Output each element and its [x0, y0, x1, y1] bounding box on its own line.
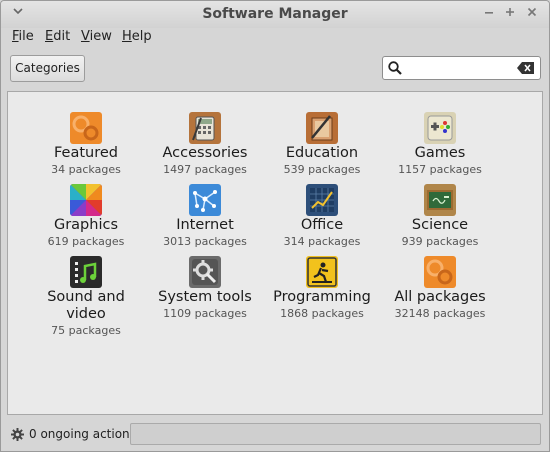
category-count: 34 packages [51, 163, 121, 176]
title-bar[interactable]: Software Manager [1, 1, 549, 28]
category-name: All packages [394, 289, 486, 305]
search-input[interactable] [407, 59, 515, 77]
progress-bar [130, 423, 541, 445]
category-name: System tools [158, 289, 252, 305]
graphics-icon [70, 184, 102, 216]
all-packages-icon [424, 256, 456, 288]
office-icon [306, 184, 338, 216]
category-count: 1157 packages [398, 163, 482, 176]
programming-icon [306, 256, 338, 288]
games-icon [424, 112, 456, 144]
category-sound-and-video[interactable]: Sound and video 75 packages [26, 256, 146, 338]
maximize-icon[interactable] [501, 5, 519, 23]
science-icon [424, 184, 456, 216]
status-bar: 0 ongoing actions [1, 419, 549, 451]
software-manager-window: Software Manager File Edit View Help Cat… [0, 0, 550, 452]
category-internet[interactable]: Internet 3013 packages [145, 184, 265, 249]
category-accessories[interactable]: Accessories 1497 packages [145, 112, 265, 177]
category-programming[interactable]: Programming 1868 packages [262, 256, 382, 321]
window-title: Software Manager [202, 6, 348, 22]
category-count: 3013 packages [163, 235, 247, 248]
internet-icon [189, 184, 221, 216]
category-graphics[interactable]: Graphics 619 packages [26, 184, 146, 249]
category-name: Featured [54, 145, 118, 161]
category-name: Science [411, 217, 469, 233]
category-name: Internet [176, 217, 234, 233]
category-name: Education [285, 145, 359, 161]
category-name: Programming [273, 289, 371, 305]
menu-view[interactable]: View [81, 29, 112, 44]
menu-edit[interactable]: Edit [45, 29, 70, 44]
system-tools-icon [189, 256, 221, 288]
category-count: 619 packages [47, 235, 125, 248]
menu-edit-mnemonic: E [45, 29, 54, 44]
categories-panel: Featured 34 packages Accessories 1497 pa… [7, 91, 543, 415]
search-icon [387, 60, 403, 80]
category-games[interactable]: Games 1157 packages [380, 112, 500, 177]
close-icon[interactable] [523, 5, 541, 23]
category-office[interactable]: Office 314 packages [262, 184, 382, 249]
gear-icon [11, 428, 24, 445]
search-box[interactable] [382, 56, 541, 80]
clear-search-icon[interactable] [517, 62, 535, 78]
menu-bar: File Edit View Help [1, 28, 549, 48]
category-name: Graphics [53, 217, 119, 233]
menu-view-label: iew [89, 29, 112, 44]
toolbar: Categories [1, 49, 549, 89]
category-count: 75 packages [51, 324, 121, 337]
category-name: Accessories [162, 145, 248, 161]
category-count: 939 packages [401, 235, 479, 248]
category-system-tools[interactable]: System tools 1109 packages [145, 256, 265, 321]
category-name: Sound and video [47, 289, 125, 322]
category-science[interactable]: Science 939 packages [380, 184, 500, 249]
featured-icon [70, 112, 102, 144]
category-count: 1868 packages [280, 307, 364, 320]
menu-file[interactable]: File [12, 29, 34, 44]
category-count: 32148 packages [394, 307, 486, 320]
category-name: Games [414, 145, 466, 161]
category-featured[interactable]: Featured 34 packages [26, 112, 146, 177]
categories-button[interactable]: Categories [10, 55, 85, 82]
category-count: 1109 packages [163, 307, 247, 320]
ongoing-actions-label: 0 ongoing actions [29, 427, 136, 441]
category-count: 1497 packages [163, 163, 247, 176]
category-name: Office [300, 217, 344, 233]
menu-help-label: elp [131, 29, 152, 44]
menu-edit-label: dit [53, 29, 71, 44]
category-education[interactable]: Education 539 packages [262, 112, 382, 177]
category-all-packages[interactable]: All packages 32148 packages [380, 256, 500, 321]
category-count: 539 packages [283, 163, 361, 176]
menu-help[interactable]: Help [122, 29, 152, 44]
category-count: 314 packages [283, 235, 361, 248]
menu-file-label: ile [18, 29, 34, 44]
menu-view-mnemonic: V [81, 29, 90, 44]
sound-video-icon [70, 256, 102, 288]
accessories-icon [189, 112, 221, 144]
education-icon [306, 112, 338, 144]
menu-help-mnemonic: H [122, 29, 132, 44]
minimize-icon[interactable] [480, 5, 498, 23]
